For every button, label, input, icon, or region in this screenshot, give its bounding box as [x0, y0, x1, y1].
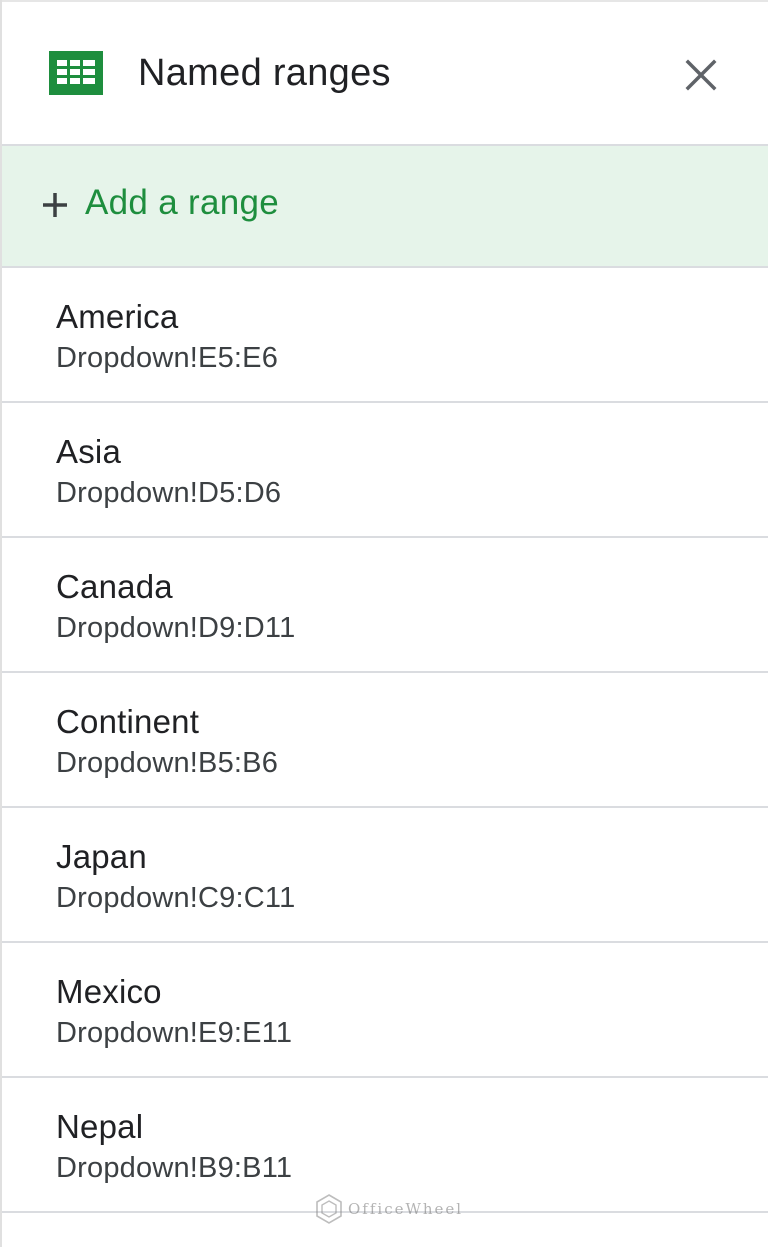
- panel-header: Named ranges: [2, 0, 768, 146]
- google-sheets-icon: [49, 51, 103, 95]
- range-item-mexico[interactable]: Mexico Dropdown!E9:E11: [2, 943, 768, 1078]
- range-item-continent[interactable]: Continent Dropdown!B5:B6: [2, 673, 768, 808]
- named-range-list: America Dropdown!E5:E6 Asia Dropdown!D5:…: [2, 268, 768, 1213]
- range-reference: Dropdown!D5:D6: [56, 477, 282, 509]
- range-name: Mexico: [56, 973, 162, 1010]
- watermark-text: OfficeWheel: [348, 1200, 464, 1218]
- range-item-japan[interactable]: Japan Dropdown!C9:C11: [2, 808, 768, 943]
- range-name: America: [56, 298, 179, 335]
- panel-title: Named ranges: [138, 52, 391, 94]
- range-name: Continent: [56, 703, 200, 740]
- range-item-canada[interactable]: Canada Dropdown!D9:D11: [2, 538, 768, 673]
- range-item-asia[interactable]: Asia Dropdown!D5:D6: [2, 403, 768, 538]
- range-reference: Dropdown!B9:B11: [56, 1152, 293, 1184]
- close-icon[interactable]: [680, 54, 722, 96]
- range-name: Asia: [56, 433, 121, 470]
- range-reference: Dropdown!E5:E6: [56, 342, 279, 374]
- named-ranges-panel: Named ranges Add a range America Dropdow…: [0, 0, 768, 1247]
- range-name: Nepal: [56, 1108, 144, 1145]
- add-range-label: Add a range: [85, 183, 280, 222]
- range-reference: Dropdown!D9:D11: [56, 612, 296, 644]
- range-name: Canada: [56, 568, 173, 605]
- range-reference: Dropdown!C9:C11: [56, 882, 296, 914]
- range-reference: Dropdown!B5:B6: [56, 747, 279, 779]
- range-item-america[interactable]: America Dropdown!E5:E6: [2, 268, 768, 403]
- add-range-button[interactable]: Add a range: [2, 146, 768, 268]
- plus-icon: [43, 193, 67, 217]
- range-name: Japan: [56, 838, 147, 875]
- range-reference: Dropdown!E9:E11: [56, 1017, 293, 1049]
- watermark: OfficeWheel: [314, 1192, 463, 1226]
- watermark-logo-icon: [316, 1194, 342, 1224]
